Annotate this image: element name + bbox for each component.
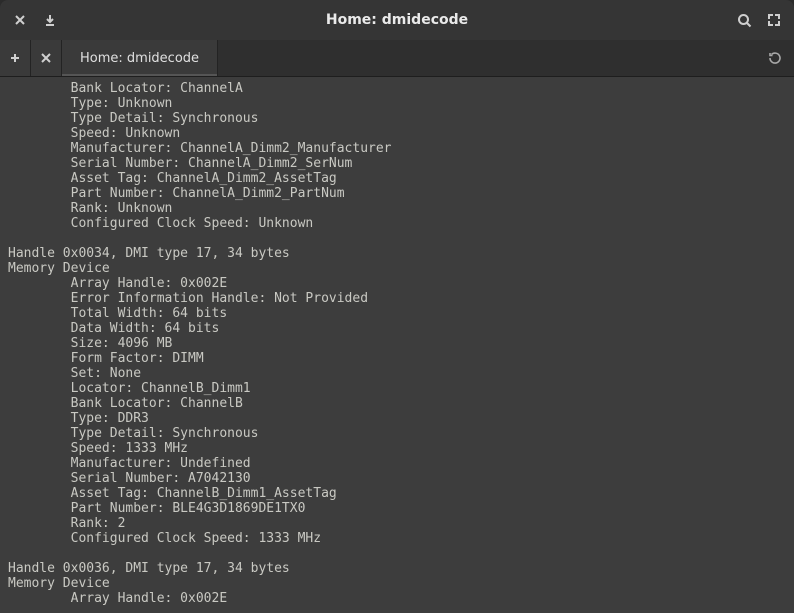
close-window-icon[interactable] xyxy=(6,6,34,34)
tab-bar: Home: dmidecode xyxy=(0,40,794,77)
new-tab-button[interactable] xyxy=(0,40,31,76)
tab-home-dmidecode[interactable]: Home: dmidecode xyxy=(62,40,218,76)
titlebar: Home: dmidecode xyxy=(0,0,794,40)
search-icon[interactable] xyxy=(730,6,758,34)
close-tab-button[interactable] xyxy=(31,40,62,76)
download-icon[interactable] xyxy=(36,6,64,34)
terminal-output: Bank Locator: ChannelA Type: Unknown Typ… xyxy=(8,81,786,606)
expand-icon[interactable] xyxy=(760,6,788,34)
terminal-viewport[interactable]: Bank Locator: ChannelA Type: Unknown Typ… xyxy=(0,77,794,613)
tab-label: Home: dmidecode xyxy=(80,51,199,66)
window-title: Home: dmidecode xyxy=(0,12,794,28)
history-icon[interactable] xyxy=(762,45,788,71)
tab-strip-empty xyxy=(218,40,794,76)
